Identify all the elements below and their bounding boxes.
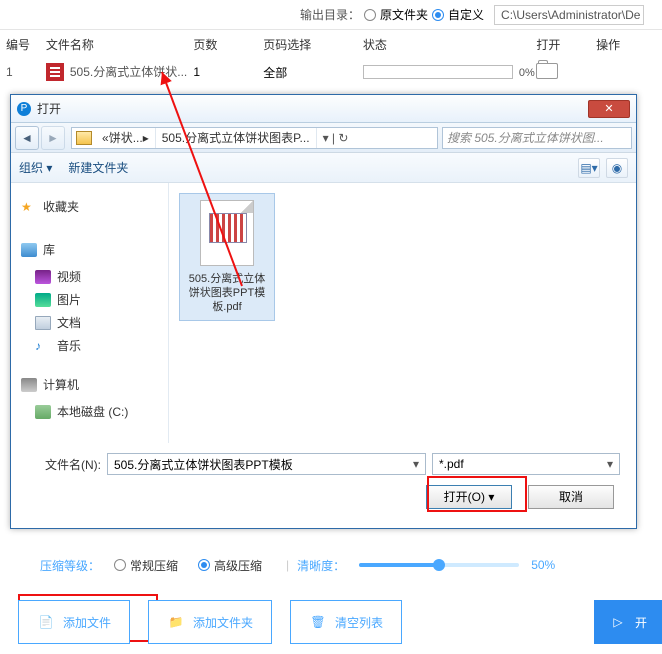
add-file-icon: 📄: [37, 612, 55, 632]
sidebar-computer[interactable]: 计算机: [17, 373, 162, 396]
col-id: 编号: [6, 36, 46, 53]
close-icon[interactable]: ✕: [588, 100, 630, 118]
video-icon: [35, 270, 51, 284]
pdf-icon: [46, 63, 64, 81]
filename-label: 文件名(N):: [27, 456, 101, 473]
opt-advanced[interactable]: 高级压缩: [214, 557, 262, 574]
radio-original[interactable]: [364, 9, 376, 21]
opt-original[interactable]: 原文件夹: [380, 6, 428, 23]
bottom-row: 📄添加文件 📁添加文件夹 🗑清空列表 ▷开: [18, 600, 662, 644]
dialog-nav: ◄ ► « 饼状... ▸ 505.分离式立体饼状图表P... ▾ | ↻ 搜索…: [11, 123, 636, 153]
open-dialog: P 打开 ✕ ◄ ► « 饼状... ▸ 505.分离式立体饼状图表P... ▾…: [10, 94, 637, 529]
dialog-toolbar: 组织 ▾ 新建文件夹 ▤▾ ◉: [11, 153, 636, 183]
progress-bar: [363, 65, 513, 79]
disk-icon: [35, 405, 51, 419]
radio-advanced[interactable]: [198, 559, 210, 571]
dialog-files[interactable]: 505.分离式立体饼状图表PPT模板.pdf: [169, 183, 636, 443]
sidebar-doc[interactable]: 文档: [17, 311, 162, 334]
col-status: 状态: [363, 36, 536, 53]
music-icon: ♪: [35, 339, 51, 353]
filter-select[interactable]: *.pdf▾: [432, 453, 620, 475]
toolbar-newfolder[interactable]: 新建文件夹: [68, 159, 128, 176]
opt-custom[interactable]: 自定义: [448, 6, 484, 23]
help-icon[interactable]: ◉: [606, 158, 628, 178]
open-button[interactable]: 打开(O) ▾: [426, 485, 512, 509]
row-open[interactable]: [536, 63, 596, 82]
file-caption: 505.分离式立体饼状图表PPT模板.pdf: [186, 272, 268, 314]
cancel-button[interactable]: 取消: [528, 485, 614, 509]
breadcrumb-seg[interactable]: « 饼状... ▸: [96, 128, 156, 148]
sidebar-disk-c[interactable]: 本地磁盘 (C:): [17, 400, 162, 423]
dialog-sidebar: ★收藏夹 库 视频 图片 文档 ♪音乐 计算机 本地磁盘 (C:): [11, 183, 169, 443]
row-name: 505.分离式立体饼状...: [46, 63, 194, 82]
nav-back[interactable]: ◄: [15, 126, 39, 150]
dialog-title: 打开: [37, 100, 61, 117]
col-op: 操作: [596, 36, 656, 53]
file-thumbnail: [200, 200, 254, 266]
compress-label: 压缩等级：: [40, 557, 100, 574]
folder-icon: [76, 131, 92, 145]
radio-normal[interactable]: [114, 559, 126, 571]
clarity-label: 清晰度：: [297, 557, 345, 574]
app-icon: P: [17, 102, 31, 116]
breadcrumb[interactable]: « 饼状... ▸ 505.分离式立体饼状图表P... ▾ | ↻: [71, 127, 438, 149]
row-status: 0%: [363, 65, 536, 80]
col-pages: 页数: [193, 36, 263, 53]
library-icon: [21, 243, 37, 257]
view-icon[interactable]: ▤▾: [578, 158, 600, 178]
file-tile[interactable]: 505.分离式立体饼状图表PPT模板.pdf: [179, 193, 275, 321]
dialog-titlebar[interactable]: P 打开 ✕: [11, 95, 636, 123]
compress-row: 压缩等级： 常规压缩 高级压缩 | 清晰度： 50%: [0, 550, 662, 580]
clear-list-button[interactable]: 🗑清空列表: [290, 600, 402, 644]
sidebar-lib[interactable]: 库: [17, 238, 162, 261]
row-pages: 1: [193, 65, 263, 79]
opt-normal[interactable]: 常规压缩: [130, 557, 178, 574]
star-icon: ★: [21, 200, 37, 214]
clarity-slider[interactable]: [359, 563, 519, 567]
row-id: 1: [6, 65, 46, 79]
start-button[interactable]: ▷开: [594, 600, 662, 644]
column-headers: 编号 文件名称 页数 页码选择 状态 打开 操作: [0, 30, 662, 58]
col-name: 文件名称: [46, 36, 194, 53]
col-pagesel: 页码选择: [263, 36, 363, 53]
sidebar-music[interactable]: ♪音乐: [17, 334, 162, 357]
nav-fwd[interactable]: ►: [41, 126, 65, 150]
document-icon: [35, 316, 51, 330]
add-file-button[interactable]: 📄添加文件: [18, 600, 130, 644]
output-label: 输出目录：: [300, 6, 360, 23]
clarity-percent: 50%: [531, 558, 555, 572]
sidebar-pic[interactable]: 图片: [17, 288, 162, 311]
breadcrumb-file[interactable]: 505.分离式立体饼状图表P...: [156, 128, 317, 148]
toolbar-organize[interactable]: 组织 ▾: [19, 159, 52, 176]
picture-icon: [35, 293, 51, 307]
sidebar-fav[interactable]: ★收藏夹: [17, 195, 162, 218]
trash-icon: 🗑: [309, 612, 327, 632]
sidebar-video[interactable]: 视频: [17, 265, 162, 288]
progress-text: 0%: [519, 67, 535, 79]
row-pagesel[interactable]: 全部: [263, 64, 363, 81]
add-folder-icon: 📁: [167, 612, 185, 632]
col-open: 打开: [536, 36, 596, 53]
play-icon: ▷: [609, 612, 627, 632]
folder-icon: [536, 63, 558, 79]
output-path[interactable]: C:\Users\Administrator\De: [494, 5, 644, 25]
search-input[interactable]: 搜索 505.分离式立体饼状图...: [442, 127, 632, 149]
radio-custom[interactable]: [432, 9, 444, 21]
file-row[interactable]: 1 505.分离式立体饼状... 1 全部 0%: [0, 58, 662, 86]
breadcrumb-dropdown[interactable]: ▾ | ↻: [317, 131, 355, 145]
computer-icon: [21, 378, 37, 392]
filename-input[interactable]: 505.分离式立体饼状图表PPT模板▾: [107, 453, 426, 475]
add-folder-button[interactable]: 📁添加文件夹: [148, 600, 272, 644]
